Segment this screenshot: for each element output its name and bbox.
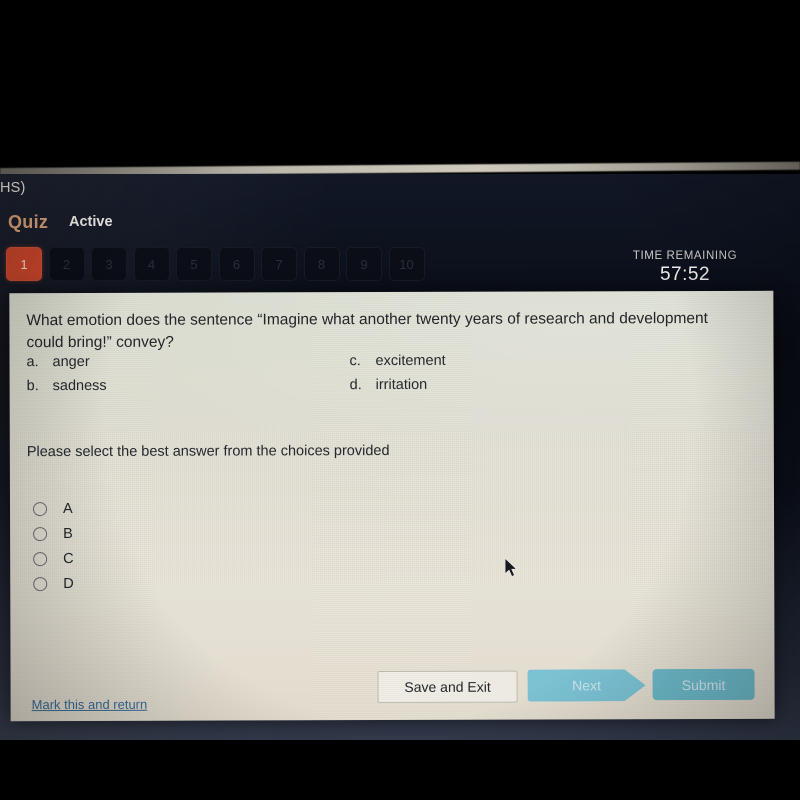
quiz-title-row: Quiz Active bbox=[0, 212, 800, 240]
answer-choices-column-left: a. anger b. sadness bbox=[27, 351, 107, 399]
radio-option-c[interactable]: C bbox=[33, 546, 74, 571]
choice-letter: d. bbox=[349, 376, 362, 393]
screen-photograph: HS) Quiz Active 1 2 3 4 5 6 7 8 9 10 TIME REMAINI… bbox=[0, 0, 800, 800]
choice-b: b. sadness bbox=[27, 375, 107, 396]
radio-option-label: C bbox=[63, 550, 74, 567]
question-nav-item-2[interactable]: 2 bbox=[48, 247, 85, 281]
radio-option-label: D bbox=[63, 575, 74, 592]
question-text: What emotion does the sentence “Imagine … bbox=[26, 310, 708, 352]
question-nav-item-6[interactable]: 6 bbox=[218, 247, 255, 281]
answer-choices-column-right: c. excitement d. irritation bbox=[350, 350, 446, 398]
radio-option-label: A bbox=[62, 500, 73, 517]
mark-this-and-return-link[interactable]: Mark this and return bbox=[32, 697, 148, 712]
choice-label: sadness bbox=[52, 377, 107, 394]
question-nav-item-7[interactable]: 7 bbox=[261, 247, 297, 281]
question-number-nav[interactable]: 1 2 3 4 5 6 7 8 9 10 bbox=[6, 246, 425, 282]
time-remaining-label: TIME REMAINING bbox=[632, 250, 738, 262]
question-nav-item-3[interactable]: 3 bbox=[91, 247, 127, 281]
radio-option-d[interactable]: D bbox=[33, 571, 74, 596]
time-remaining: TIME REMAINING 57:52 bbox=[600, 250, 770, 286]
question-panel: What emotion does the sentence “Imagine … bbox=[9, 290, 775, 722]
answer-radio-group[interactable]: ABCD bbox=[32, 496, 74, 596]
choice-letter: a. bbox=[26, 353, 39, 370]
next-button[interactable]: Next bbox=[528, 669, 646, 701]
choice-label: irritation bbox=[375, 376, 428, 393]
choice-label: excitement bbox=[375, 352, 446, 369]
choice-letter: b. bbox=[26, 377, 39, 394]
instruction-text: Please select the best answer from the c… bbox=[26, 443, 390, 461]
breadcrumb: HS) bbox=[0, 180, 26, 196]
question-nav-item-10[interactable]: 10 bbox=[388, 247, 425, 281]
page-title: Quiz bbox=[8, 212, 49, 232]
choice-a: a. anger bbox=[27, 351, 107, 372]
choice-d: d. irritation bbox=[350, 374, 446, 395]
question-nav-item-9[interactable]: 9 bbox=[346, 247, 382, 281]
radio-button-icon[interactable] bbox=[33, 551, 48, 566]
save-and-exit-button[interactable]: Save and Exit bbox=[377, 670, 518, 704]
radio-option-label: B bbox=[63, 525, 73, 542]
question-nav-item-8[interactable]: 8 bbox=[303, 247, 340, 281]
question-nav-item-4[interactable]: 4 bbox=[133, 247, 170, 281]
choice-letter: c. bbox=[349, 352, 361, 369]
radio-option-a[interactable]: A bbox=[32, 496, 74, 521]
time-remaining-value: 57:52 bbox=[659, 264, 711, 285]
submit-button[interactable]: Submit bbox=[652, 668, 755, 701]
choice-c: c. excitement bbox=[350, 350, 446, 371]
radio-button-icon[interactable] bbox=[32, 501, 48, 516]
choice-label: anger bbox=[52, 353, 90, 370]
question-nav-item-5[interactable]: 5 bbox=[176, 247, 212, 281]
question-nav-item-1[interactable]: 1 bbox=[6, 247, 42, 281]
status-badge: Active bbox=[69, 214, 113, 230]
photo-letterbox-bottom bbox=[0, 768, 800, 800]
radio-button-icon[interactable] bbox=[33, 576, 48, 591]
radio-button-icon[interactable] bbox=[33, 526, 48, 541]
radio-option-b[interactable]: B bbox=[33, 521, 74, 546]
